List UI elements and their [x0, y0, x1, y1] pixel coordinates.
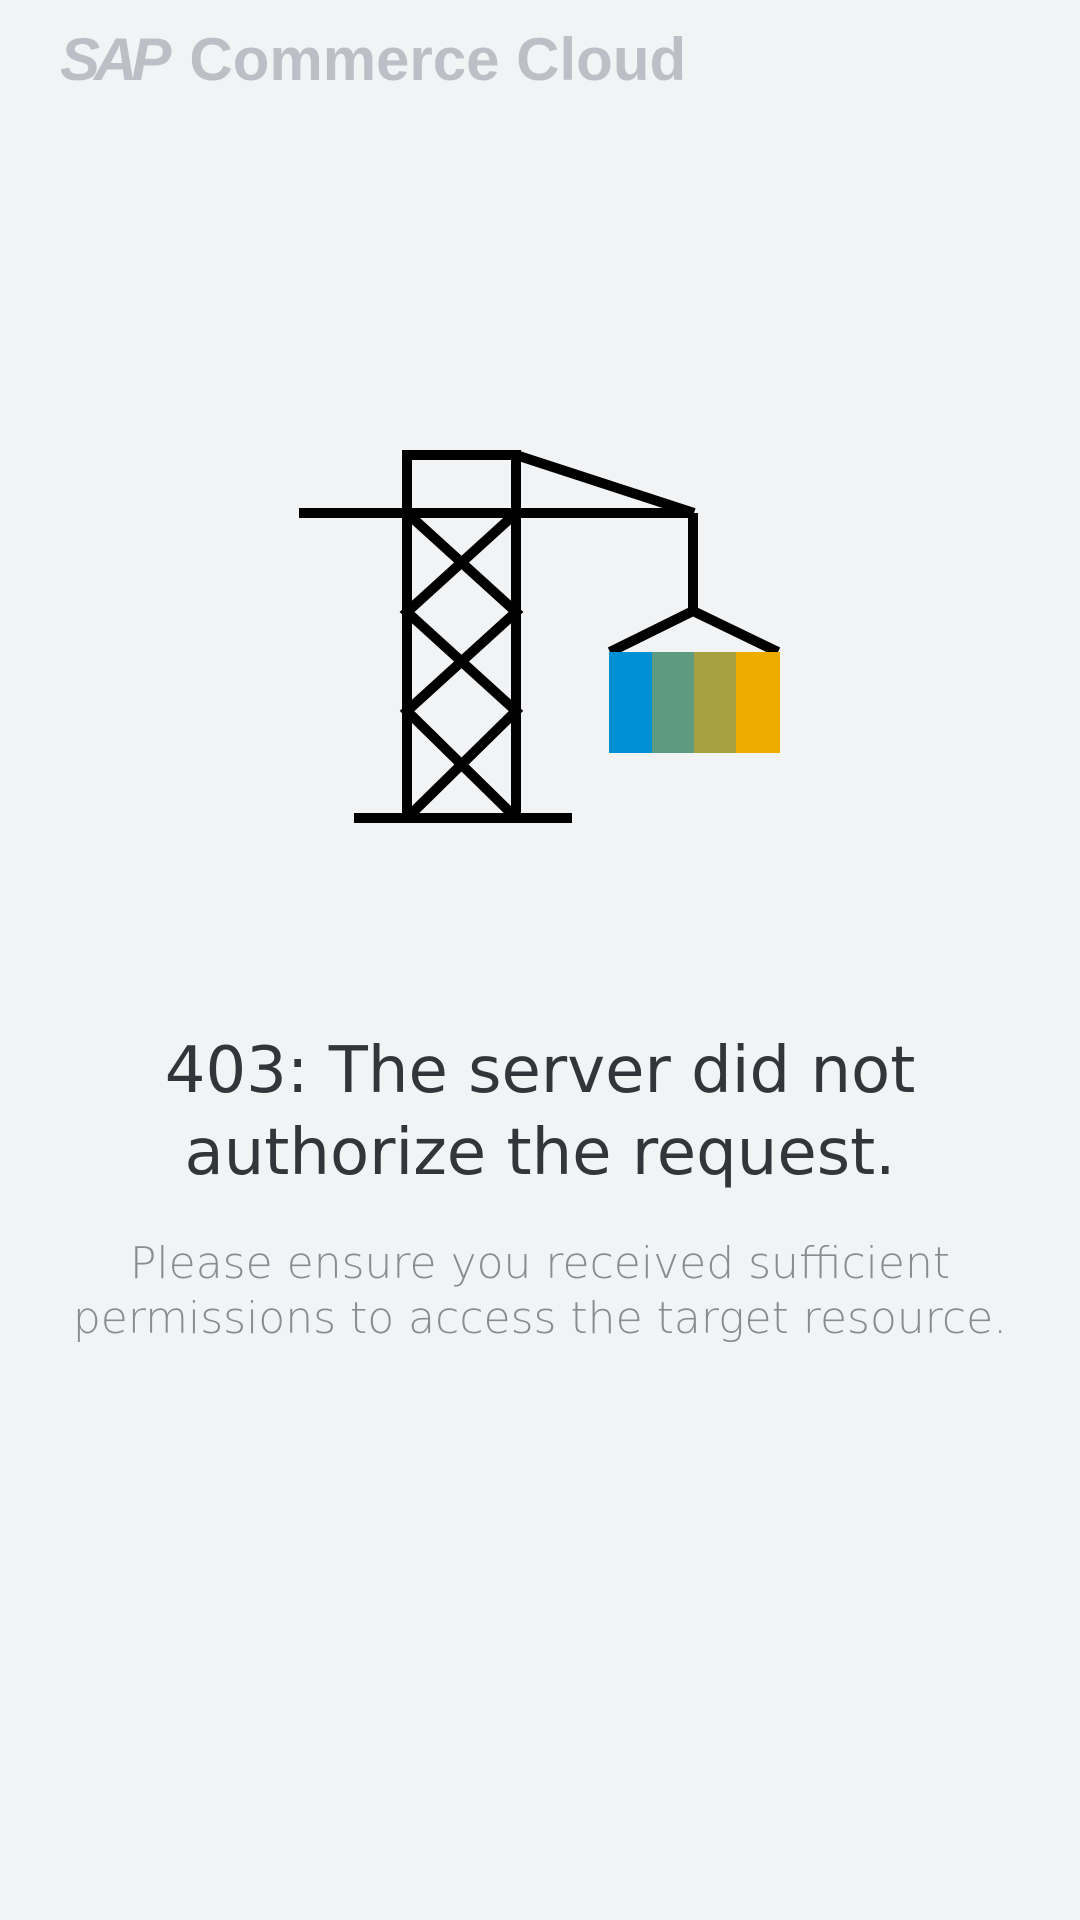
error-title-line: authorize the request. [184, 1116, 896, 1190]
cargo-container [609, 652, 780, 753]
crane-icon [299, 450, 781, 823]
crane-lattice-b [399, 509, 524, 822]
sap-logo: SAP [60, 26, 171, 93]
error-title: 403: The server did not authorize the re… [0, 1030, 1080, 1194]
error-title-line: 403: The server did not [164, 1034, 916, 1108]
header: SAP Commerce Cloud [60, 30, 686, 90]
crane-tower [402, 450, 521, 823]
container-stripe [736, 652, 780, 753]
error-message-line: permissions to access the target resourc… [72, 1293, 1008, 1344]
product-name: Commerce Cloud [189, 26, 687, 93]
error-page: SAP Commerce Cloud 403: The server did n… [0, 0, 1080, 1920]
crane-lattice-a [399, 509, 524, 822]
container-stripe [694, 652, 736, 753]
error-message: Please ensure you received sufficient pe… [0, 1236, 1080, 1346]
crane-tie [514, 450, 696, 518]
crane-sling [607, 605, 781, 657]
error-message-line: Please ensure you received sufficient [129, 1238, 951, 1289]
container-stripe [652, 652, 694, 753]
container-stripe [609, 652, 652, 753]
